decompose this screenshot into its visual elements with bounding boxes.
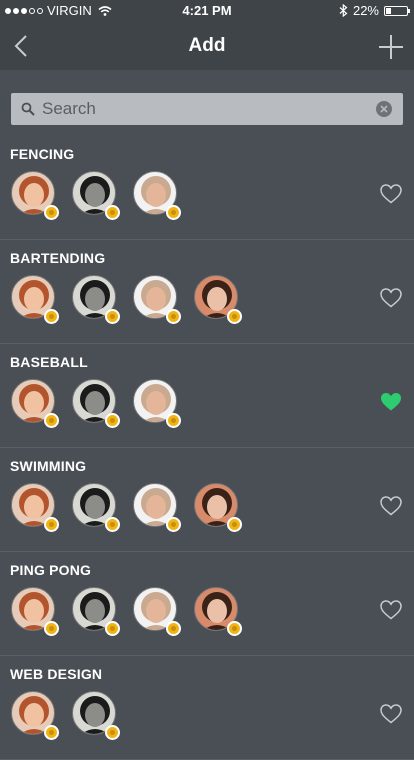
avatar[interactable] <box>72 587 120 636</box>
bluetooth-icon <box>339 4 348 17</box>
badge-icon <box>227 517 242 532</box>
avatar[interactable] <box>11 275 59 324</box>
battery-icon <box>384 5 410 16</box>
skill-section: SWIMMING <box>0 448 414 552</box>
section-title: FENCING <box>10 146 75 162</box>
search-input[interactable]: Search <box>11 93 403 125</box>
avatar-row <box>11 587 242 636</box>
section-title: WEB DESIGN <box>10 666 103 682</box>
status-bar: VIRGIN 4:21 PM 22% <box>0 0 414 22</box>
page-title: Add <box>188 35 226 56</box>
badge-icon <box>166 621 181 636</box>
heart-icon[interactable] <box>380 392 402 412</box>
nav-bar: Add <box>0 22 414 70</box>
badge-icon <box>44 413 59 428</box>
avatar[interactable] <box>11 171 59 220</box>
clear-icon[interactable] <box>376 101 392 117</box>
heart-icon[interactable] <box>380 184 402 204</box>
section-title: PING PONG <box>10 562 92 578</box>
avatar-row <box>11 483 242 532</box>
status-right: 22% <box>339 3 410 18</box>
badge-icon <box>166 205 181 220</box>
avatar[interactable] <box>72 275 120 324</box>
avatar-row <box>11 275 242 324</box>
avatar[interactable] <box>72 691 120 740</box>
badge-icon <box>227 309 242 324</box>
skill-section: PING PONG <box>0 552 414 656</box>
badge-icon <box>44 621 59 636</box>
section-title: BARTENDING <box>10 250 106 266</box>
heart-icon[interactable] <box>380 704 402 724</box>
avatar[interactable] <box>11 691 59 740</box>
avatar[interactable] <box>194 483 242 532</box>
badge-icon <box>166 517 181 532</box>
avatar[interactable] <box>194 275 242 324</box>
plus-icon[interactable] <box>378 34 404 60</box>
avatar[interactable] <box>133 379 181 428</box>
avatar[interactable] <box>133 275 181 324</box>
badge-icon <box>105 517 120 532</box>
search-icon <box>21 102 35 116</box>
avatar[interactable] <box>72 483 120 532</box>
section-title: BASEBALL <box>10 354 88 370</box>
badge-icon <box>105 413 120 428</box>
badge-icon <box>105 309 120 324</box>
heart-icon[interactable] <box>380 288 402 308</box>
heart-icon[interactable] <box>380 600 402 620</box>
badge-icon <box>166 309 181 324</box>
skill-section: BASEBALL <box>0 344 414 448</box>
badge-icon <box>44 205 59 220</box>
avatar[interactable] <box>11 587 59 636</box>
section-title: SWIMMING <box>10 458 87 474</box>
search-placeholder: Search <box>42 99 96 118</box>
avatar[interactable] <box>72 171 120 220</box>
avatar[interactable] <box>11 483 59 532</box>
skill-section: FENCING <box>0 136 414 240</box>
badge-icon <box>105 621 120 636</box>
avatar[interactable] <box>11 379 59 428</box>
badge-icon <box>44 725 59 740</box>
battery-percent: 22% <box>352 3 379 18</box>
avatar-row <box>11 171 181 220</box>
skill-section: BARTENDING <box>0 240 414 344</box>
heart-icon[interactable] <box>380 496 402 516</box>
badge-icon <box>44 309 59 324</box>
badge-icon <box>166 413 181 428</box>
avatar-row <box>11 691 120 740</box>
avatar[interactable] <box>133 483 181 532</box>
badge-icon <box>227 621 242 636</box>
skill-section: WEB DESIGN <box>0 656 414 760</box>
badge-icon <box>105 205 120 220</box>
avatar[interactable] <box>194 587 242 636</box>
avatar[interactable] <box>133 171 181 220</box>
badge-icon <box>44 517 59 532</box>
badge-icon <box>105 725 120 740</box>
avatar[interactable] <box>133 587 181 636</box>
avatar[interactable] <box>72 379 120 428</box>
avatar-row <box>11 379 181 428</box>
